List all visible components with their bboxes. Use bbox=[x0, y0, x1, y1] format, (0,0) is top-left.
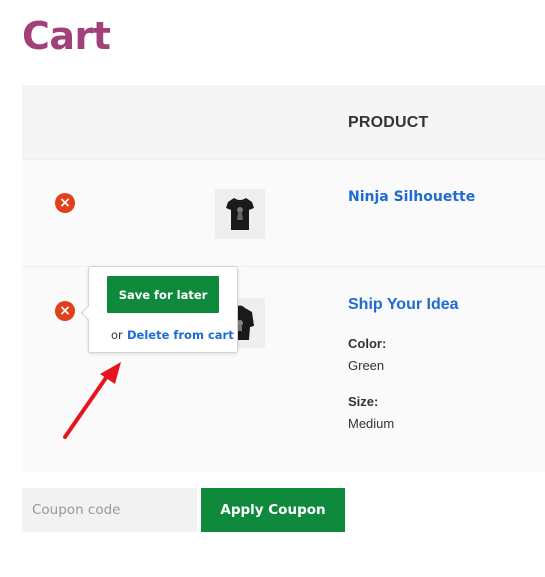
attribute-label-color: Color: bbox=[348, 336, 387, 351]
attribute-value-color: Green bbox=[348, 358, 385, 373]
attribute-label-size: Size: bbox=[348, 394, 379, 409]
coupon-code-input[interactable] bbox=[22, 488, 197, 532]
remove-item-icon[interactable]: × bbox=[55, 301, 75, 321]
cart-row: × Ninja Silhouette bbox=[22, 159, 545, 266]
remove-item-icon[interactable]: × bbox=[55, 193, 75, 213]
delete-from-cart-link[interactable]: Delete from cart bbox=[127, 328, 234, 342]
page-title: Cart bbox=[22, 14, 111, 58]
table-header: PRODUCT bbox=[22, 85, 545, 159]
save-for-later-button[interactable]: Save for later bbox=[107, 276, 219, 313]
save-for-later-popover: Save for later or Delete from cart bbox=[80, 266, 238, 353]
product-thumbnail[interactable] bbox=[215, 189, 265, 239]
product-link-ninja-silhouette[interactable]: Ninja Silhouette bbox=[348, 189, 475, 205]
popover-or-text: or bbox=[111, 328, 123, 342]
apply-coupon-button[interactable]: Apply Coupon bbox=[201, 488, 345, 532]
attribute-value-size: Medium bbox=[348, 416, 395, 431]
column-header-product: PRODUCT bbox=[348, 114, 429, 131]
tshirt-icon bbox=[226, 198, 254, 230]
product-link-ship-your-idea[interactable]: Ship Your Idea bbox=[348, 296, 459, 314]
annotation-arrow-icon bbox=[63, 362, 121, 439]
